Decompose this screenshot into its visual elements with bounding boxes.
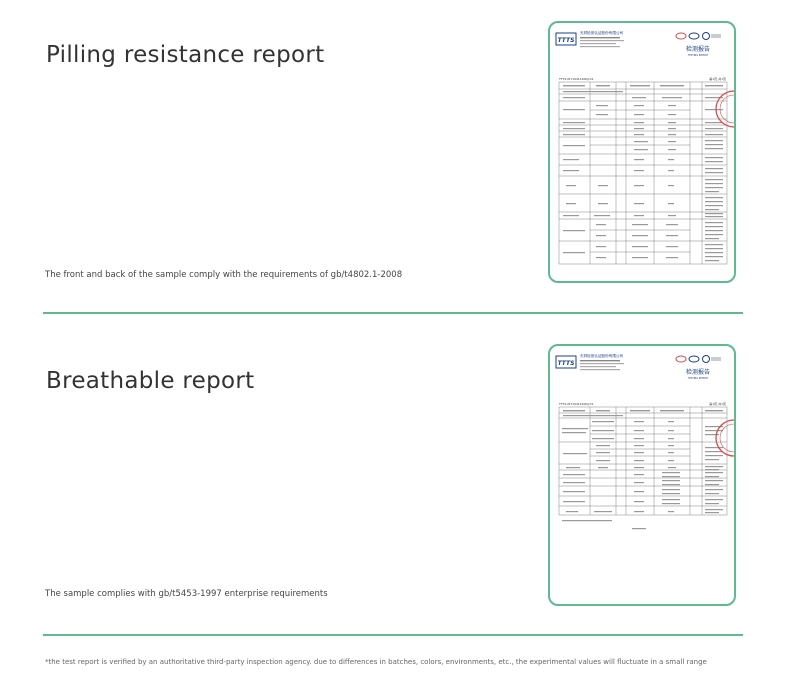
cma-icon [675,355,687,363]
ilac-mra-icon [702,32,721,40]
report-page: TTTS 天祥检测认证股份有限公司 检测报告 TESTING REPORT TT… [555,30,734,265]
company-name: 天祥检测认证股份有限公司 [580,353,624,358]
inspection-seal-icon [715,419,734,457]
section-description-breathable: The sample complies with gb/t5453-1997 e… [45,589,328,599]
report-heading-en: TESTING REPORT [688,54,709,57]
report-number: TTTS-W71941160DJ-01 [558,402,594,406]
ttts-logo-icon: TTTS [555,355,577,369]
report-page-count: 第1页 共1页 [709,401,726,406]
company-name: 天祥检测认证股份有限公司 [580,30,624,35]
pilling-report-document[interactable]: TTTS 天祥检测认证股份有限公司 检测报告 TESTING REPORT TT… [548,21,736,283]
ilac-mra-icon [702,355,721,363]
breathable-report-document[interactable]: TTTS 天祥检测认证股份有限公司 检测报告 TESTING REPORT TT… [548,344,736,606]
report-table-text [563,85,723,262]
report-number: TTTS-W71941160DJ-01 [558,77,594,81]
report-page: TTTS 天祥检测认证股份有限公司 检测报告 TESTING REPORT TT… [555,353,734,530]
cma-icon [675,32,687,40]
report-heading: 检测报告 [686,45,710,53]
report-table-text [562,410,723,530]
disclaimer-footnote: *the test report is verified by an autho… [45,658,707,666]
ttts-logo-icon: TTTS [555,32,577,46]
report-heading-en: TESTING REPORT [688,377,709,380]
svg-text:TTTS: TTTS [558,37,575,44]
report-page-count: 第1页 共1页 [709,76,726,81]
cnas-icon [688,355,700,363]
section-description-pilling: The front and back of the sample comply … [45,270,403,280]
section-divider [43,312,743,314]
report-heading: 检测报告 [686,368,710,376]
section-title-breathable: Breathable report [46,368,255,394]
cnas-icon [688,32,700,40]
section-title-pilling: Pilling resistance report [46,42,325,68]
svg-text:TTTS: TTTS [558,360,575,367]
section-divider [43,634,743,636]
